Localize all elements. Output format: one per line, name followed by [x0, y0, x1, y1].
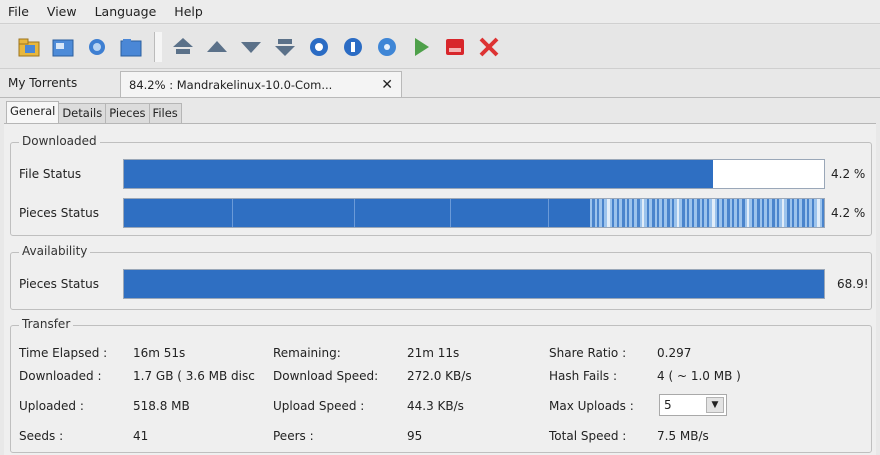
tab-files[interactable]: Files: [148, 103, 182, 123]
stop-icon[interactable]: [440, 32, 470, 62]
file-status-bar: [123, 159, 825, 189]
uploaded-value: 518.8 MB: [133, 399, 190, 413]
chevron-down-icon[interactable]: ▼: [706, 397, 724, 413]
new-torrent-icon[interactable]: [116, 32, 146, 62]
transfer-title: Transfer: [19, 317, 74, 331]
pieces-status-label: Pieces Status: [19, 206, 99, 220]
detail-tabs: General Details Pieces Files: [6, 101, 182, 123]
upload-speed-value: 44.3 KB/s: [407, 399, 464, 413]
downloaded-value: 1.7 GB ( 3.6 MB disc: [133, 369, 255, 383]
pieces-status-bar: [123, 198, 825, 228]
max-uploads-label: Max Uploads :: [549, 399, 634, 413]
upload-speed-label: Upload Speed :: [273, 399, 365, 413]
tab-torrent-active[interactable]: 84.2% : Mandrakelinux-10.0-Com... ✕: [120, 71, 402, 97]
tab-general[interactable]: General: [6, 101, 60, 123]
close-icon[interactable]: ✕: [381, 77, 393, 93]
refresh-icon[interactable]: [304, 32, 334, 62]
transfer-group: Transfer Time Elapsed : 16m 51s Remainin…: [10, 317, 872, 453]
toolbar: [0, 25, 880, 69]
move-up-icon[interactable]: [202, 32, 232, 62]
file-status-label: File Status: [19, 167, 82, 181]
general-panel: Downloaded File Status 4.2 % Pieces Stat…: [4, 123, 876, 455]
pieces-status-map: [124, 199, 824, 227]
time-elapsed-value: 16m 51s: [133, 346, 186, 360]
share-ratio-label: Share Ratio :: [549, 346, 627, 360]
file-status-pct: 4.2 %: [831, 167, 866, 181]
info-icon[interactable]: [338, 32, 368, 62]
availability-title: Availability: [19, 244, 91, 258]
max-uploads-select[interactable]: 5 ▼: [659, 394, 727, 416]
move-down-icon[interactable]: [236, 32, 266, 62]
total-speed-label: Total Speed :: [549, 429, 627, 443]
downloaded-label: Downloaded :: [19, 369, 102, 383]
menu-language[interactable]: Language: [95, 4, 157, 19]
torrent-tab-label: 84.2% : Mandrakelinux-10.0-Com...: [129, 77, 333, 92]
tab-details[interactable]: Details: [58, 103, 107, 123]
availability-fill: [124, 270, 824, 298]
peers-value: 95: [407, 429, 423, 443]
downloaded-group: Downloaded File Status 4.2 % Pieces Stat…: [10, 134, 872, 236]
settings-icon[interactable]: [372, 32, 402, 62]
seeds-value: 41: [133, 429, 149, 443]
share-ratio-value: 0.297: [657, 346, 692, 360]
move-bottom-icon[interactable]: [270, 32, 300, 62]
time-elapsed-label: Time Elapsed :: [19, 346, 108, 360]
peers-label: Peers :: [273, 429, 314, 443]
start-icon[interactable]: [406, 32, 436, 62]
download-speed-value: 272.0 KB/s: [407, 369, 472, 383]
remaining-value: 21m 11s: [407, 346, 460, 360]
seeds-label: Seeds :: [19, 429, 64, 443]
open-folder-icon[interactable]: [82, 32, 112, 62]
open-url-icon[interactable]: [48, 32, 78, 62]
menu-bar: File View Language Help: [0, 0, 880, 24]
pieces-status-pct: 4.2 %: [831, 206, 866, 220]
tab-pieces[interactable]: Pieces: [105, 103, 150, 123]
availability-bar: [123, 269, 825, 299]
menu-help[interactable]: Help: [174, 4, 203, 19]
menu-file[interactable]: File: [8, 4, 29, 19]
availability-group: Availability Pieces Status 68.9!: [10, 244, 872, 310]
hash-fails-label: Hash Fails :: [549, 369, 617, 383]
download-speed-label: Download Speed:: [273, 369, 379, 383]
tab-my-torrents[interactable]: My Torrents: [0, 71, 120, 97]
torrent-tabs: My Torrents 84.2% : Mandrakelinux-10.0-C…: [0, 70, 880, 98]
total-speed-value: 7.5 MB/s: [657, 429, 709, 443]
availability-pct: 68.9!: [837, 277, 869, 291]
remaining-label: Remaining:: [273, 346, 341, 360]
uploaded-label: Uploaded :: [19, 399, 84, 413]
file-status-fill: [124, 160, 714, 188]
downloaded-title: Downloaded: [19, 134, 100, 148]
toolbar-separator: [154, 31, 162, 62]
remove-icon[interactable]: [474, 32, 504, 62]
availability-pieces-label: Pieces Status: [19, 277, 99, 291]
move-top-icon[interactable]: [168, 32, 198, 62]
open-file-icon[interactable]: [14, 32, 44, 62]
menu-view[interactable]: View: [47, 4, 77, 19]
hash-fails-value: 4 ( ~ 1.0 MB ): [657, 369, 741, 383]
max-uploads-value: 5: [664, 398, 672, 412]
